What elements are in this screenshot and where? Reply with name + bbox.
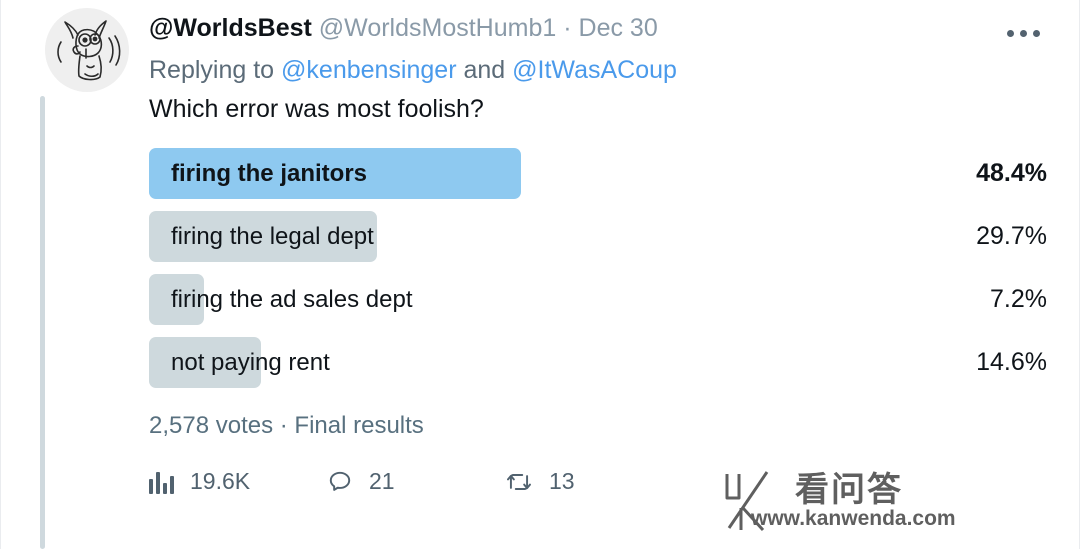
poll-option-row[interactable]: firing the ad sales dept 7.2% [149, 268, 1047, 331]
reply-count: 21 [369, 468, 395, 494]
retweet-icon [507, 473, 531, 490]
tweet-card: @WorldsBest @WorldsMostHumb1 · Dec 30 Re… [0, 0, 1080, 549]
replying-conjunction: and [463, 56, 506, 84]
user-handle[interactable]: @WorldsMostHumb1 [319, 14, 556, 42]
retweet-button[interactable]: 13 [505, 468, 683, 495]
replying-prefix: Replying to [149, 56, 275, 84]
poll-option-label: not paying rent [171, 348, 330, 376]
analytics-icon [149, 470, 174, 494]
poll-option-label: firing the janitors [171, 159, 368, 187]
avatar-rail [45, 8, 129, 92]
watermark: 看问答 www.kanwenda.com [719, 468, 956, 534]
display-name[interactable]: @WorldsBest [149, 14, 312, 42]
poll-bar-track: firing the janitors [149, 142, 917, 205]
poll-option-row[interactable]: firing the janitors 48.4% [149, 142, 1047, 205]
watermark-brand: 看问答 [795, 470, 903, 510]
author-line: @WorldsBest @WorldsMostHumb1 · Dec 30 [149, 12, 658, 44]
more-options-button[interactable] [995, 18, 1051, 48]
avatar[interactable] [45, 8, 129, 92]
poll-option-label: firing the legal dept [171, 222, 374, 250]
meta-separator: · [563, 14, 572, 42]
reply-button[interactable]: 21 [327, 468, 505, 495]
poll-option-label: firing the ad sales dept [171, 285, 413, 313]
poll-results-meta: 2,578 votes · Final results [149, 412, 424, 439]
reply-mention-link-2[interactable]: @ItWasACoup [512, 56, 677, 84]
retweet-count: 13 [549, 468, 575, 494]
replying-to-line: Replying to @kenbensinger and @ItWasACou… [149, 50, 1051, 90]
more-dot-icon [1032, 29, 1040, 37]
more-dot-icon [1006, 29, 1014, 37]
reply-mention-link-1[interactable]: @kenbensinger [281, 56, 457, 84]
poll-option-percent: 14.6% [976, 348, 1047, 376]
analytics-count: 19.6K [190, 468, 251, 494]
poll-option-percent: 48.4% [976, 159, 1047, 187]
poll-option-row[interactable]: not paying rent 14.6% [149, 331, 1047, 394]
more-dot-icon [1019, 29, 1027, 37]
poll-bar-track: not paying rent [149, 331, 917, 394]
reply-icon [329, 471, 351, 491]
poll-bar-track: firing the legal dept [149, 205, 917, 268]
tweet-header: @WorldsBest @WorldsMostHumb1 · Dec 30 [149, 12, 1051, 48]
poll-bar-track: firing the ad sales dept [149, 268, 917, 331]
poll-option-row[interactable]: firing the legal dept 29.7% [149, 205, 1047, 268]
poll-option-percent: 29.7% [976, 222, 1047, 250]
poll-option-percent: 7.2% [990, 285, 1047, 313]
thread-line [40, 96, 45, 549]
tweet-date[interactable]: Dec 30 [579, 14, 658, 42]
avatar-doodle-icon [45, 8, 129, 92]
poll-question: Which error was most foolish? [149, 95, 484, 123]
tweet-content: @WorldsBest @WorldsMostHumb1 · Dec 30 Re… [149, 12, 1051, 495]
poll: firing the janitors 48.4% firing the leg… [149, 142, 1047, 394]
watermark-text: 看问答 www.kanwenda.com [751, 470, 956, 531]
analytics-button[interactable]: 19.6K [149, 468, 327, 495]
watermark-url: www.kanwenda.com [751, 507, 956, 530]
